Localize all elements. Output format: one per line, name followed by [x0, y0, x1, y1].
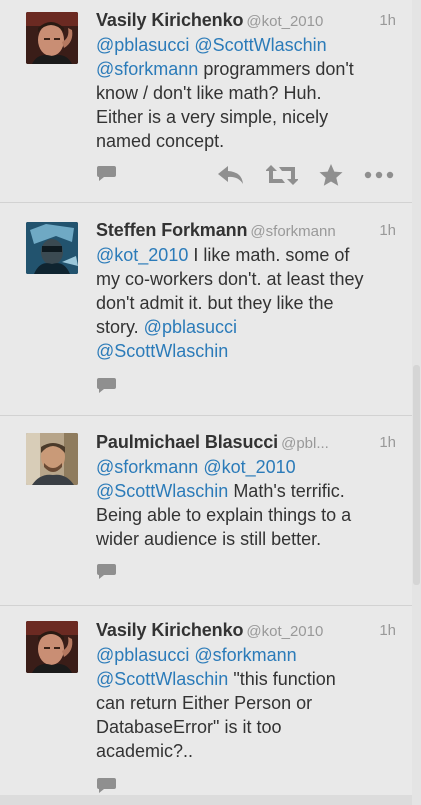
- tweet-timeline: Vasily Kirichenko @kot_2010 1h @pblasucci…: [0, 0, 412, 805]
- tweet-text-segment: Being able to explain things to a: [96, 505, 352, 525]
- tweet-text-line: Being able to explain things to a: [96, 503, 400, 527]
- star-icon[interactable]: [318, 163, 344, 187]
- tweet-text-line: my co-workers don't. at least they: [96, 267, 400, 291]
- tweet-header: Paulmichael Blasucci @pbl... 1h: [96, 432, 396, 454]
- user-handle[interactable]: @kot_2010: [246, 13, 323, 30]
- tweet-text-segment: can return Either Person or: [96, 693, 313, 713]
- tweet-text-line: @sforkmann @kot_2010: [96, 455, 400, 479]
- timestamp[interactable]: 1h: [379, 434, 396, 451]
- mention-link[interactable]: @kot_2010: [203, 457, 295, 477]
- tweet[interactable]: Vasily Kirichenko @kot_2010 1h @pblasucci…: [0, 606, 412, 805]
- tweet[interactable]: Steffen Forkmann @sforkmann 1h @kot_2010 …: [0, 203, 412, 416]
- tweet-text-line: can return Either Person or: [96, 691, 400, 715]
- timestamp[interactable]: 1h: [379, 12, 396, 29]
- tweet-text-line: Either is a very simple, nicely: [96, 105, 400, 129]
- tweet-text-segment: know / don't like math? Huh.: [96, 83, 322, 103]
- user-handle[interactable]: @sforkmann: [250, 223, 335, 240]
- tweet-text: @sforkmann @kot_2010 @ScottWlaschin Math'…: [96, 455, 400, 551]
- tweet[interactable]: Paulmichael Blasucci @pbl... 1h @sforkman…: [0, 416, 412, 606]
- tweet-actions: [96, 163, 396, 187]
- more-icon[interactable]: [364, 171, 394, 179]
- tweet-header: Vasily Kirichenko @kot_2010 1h: [96, 10, 396, 32]
- timestamp[interactable]: 1h: [379, 622, 396, 639]
- tweet-text: @pblasucci @sforkmann @ScottWlaschin "thi…: [96, 643, 400, 763]
- avatar[interactable]: [26, 12, 78, 64]
- speech-bubble-icon[interactable]: [96, 376, 118, 396]
- tweet-text-line: @pblasucci @ScottWlaschin: [96, 33, 400, 57]
- tweet-text-line: know / don't like math? Huh.: [96, 81, 400, 105]
- mention-link[interactable]: @kot_2010: [96, 245, 188, 265]
- speech-bubble-icon[interactable]: [96, 776, 118, 796]
- avatar[interactable]: [26, 222, 78, 274]
- mention-link[interactable]: @pblasucci: [96, 645, 189, 665]
- tweet-actions: [96, 561, 396, 585]
- tweet-text-line: @sforkmann programmers don't: [96, 57, 400, 81]
- retweet-icon[interactable]: [266, 164, 298, 186]
- tweet-text-line: @ScottWlaschin Math's terrific.: [96, 479, 400, 503]
- tweet-actions: [96, 375, 396, 399]
- tweet-text-segment: named concept.: [96, 131, 225, 151]
- tweet[interactable]: Vasily Kirichenko @kot_2010 1h @pblasucci…: [0, 0, 412, 203]
- avatar[interactable]: [26, 621, 78, 673]
- tweet-text-segment: programmers don't: [198, 59, 354, 79]
- tweet-text-segment: DatabaseError" is it too: [96, 717, 282, 737]
- tweet-text-segment: Math's terrific.: [228, 481, 345, 501]
- speech-bubble-icon[interactable]: [96, 164, 118, 184]
- tweet-text-segment: don't admit it. but they like the: [96, 293, 334, 313]
- tweet-text-line: @pblasucci @sforkmann: [96, 643, 400, 667]
- tweet-text-line: academic?..: [96, 739, 400, 763]
- tweet-text: @kot_2010 I like math. some of my co-work…: [96, 243, 400, 363]
- mention-link[interactable]: @ScottWlaschin: [96, 669, 228, 689]
- avatar[interactable]: [26, 433, 78, 485]
- tweet-text-segment: I like math. some of: [188, 245, 350, 265]
- tweet-text-segment: my co-workers don't. at least they: [96, 269, 364, 289]
- tweet-header: Vasily Kirichenko @kot_2010 1h: [96, 620, 396, 642]
- user-name[interactable]: Vasily Kirichenko: [96, 10, 243, 30]
- bottom-edge: [0, 795, 412, 805]
- user-handle[interactable]: @pbl...: [281, 435, 329, 452]
- tweet-text-line: @ScottWlaschin: [96, 339, 400, 363]
- mention-link[interactable]: @sforkmann: [96, 59, 198, 79]
- scrollbar-thumb[interactable]: [413, 365, 420, 585]
- tweet-text-line: @ScottWlaschin "this function: [96, 667, 400, 691]
- speech-bubble-icon[interactable]: [96, 562, 118, 582]
- mention-link[interactable]: @pblasucci: [96, 35, 189, 55]
- user-name[interactable]: Vasily Kirichenko: [96, 620, 243, 640]
- mention-link[interactable]: @ScottWlaschin: [96, 341, 228, 361]
- mention-link[interactable]: @ScottWlaschin: [96, 481, 228, 501]
- tweet-text-segment: story.: [96, 317, 144, 337]
- mention-link[interactable]: @sforkmann: [194, 645, 296, 665]
- tweet-text-segment: wider audience is still better.: [96, 529, 322, 549]
- tweet-text-segment: "this function: [228, 669, 336, 689]
- tweet-header: Steffen Forkmann @sforkmann 1h: [96, 220, 396, 242]
- tweet-text-line: don't admit it. but they like the: [96, 291, 400, 315]
- reply-icon[interactable]: [216, 163, 246, 187]
- tweet-text-line: @kot_2010 I like math. some of: [96, 243, 400, 267]
- scrollbar[interactable]: [412, 0, 421, 805]
- mention-link[interactable]: @ScottWlaschin: [194, 35, 326, 55]
- tweet-text-segment: Either is a very simple, nicely: [96, 107, 329, 127]
- tweet-text-line: DatabaseError" is it too: [96, 715, 400, 739]
- tweet-text: @pblasucci @ScottWlaschin @sforkmann prog…: [96, 33, 400, 153]
- tweet-text-line: wider audience is still better.: [96, 527, 400, 551]
- tweet-text-line: named concept.: [96, 129, 400, 153]
- user-name[interactable]: Steffen Forkmann: [96, 220, 248, 240]
- user-handle[interactable]: @kot_2010: [246, 623, 323, 640]
- tweet-text-line: story. @pblasucci: [96, 315, 400, 339]
- tweet-text-segment: academic?..: [96, 741, 194, 761]
- user-name[interactable]: Paulmichael Blasucci: [96, 432, 278, 452]
- mention-link[interactable]: @pblasucci: [144, 317, 237, 337]
- timestamp[interactable]: 1h: [379, 222, 396, 239]
- mention-link[interactable]: @sforkmann: [96, 457, 198, 477]
